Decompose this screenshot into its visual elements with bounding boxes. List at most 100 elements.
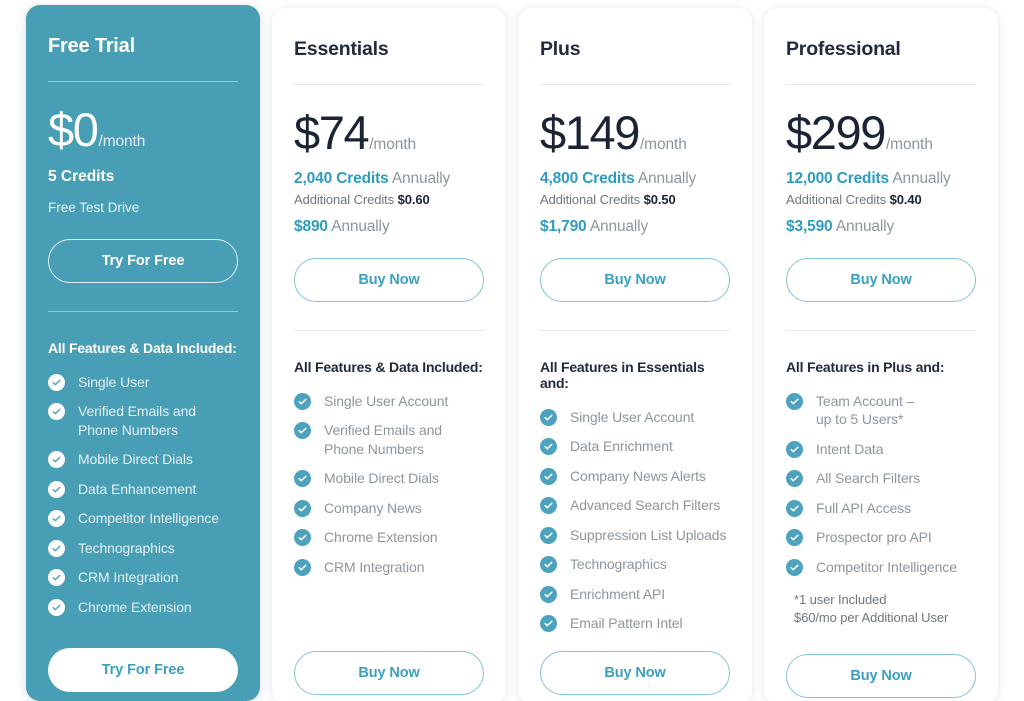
features-heading: All Features & Data Included:: [48, 340, 237, 356]
features-divider: [786, 330, 976, 331]
buy-now-button-bottom[interactable]: Buy Now: [786, 654, 976, 698]
price-row: $74 /month: [294, 109, 484, 156]
try-for-free-button-bottom[interactable]: Try For Free: [48, 648, 238, 692]
annual-price-value: $890: [294, 218, 328, 235]
check-circle-icon: [786, 470, 803, 488]
feature-label: Single User Account: [570, 409, 695, 425]
feature-item: Advanced Search Filters: [540, 496, 730, 515]
plan-name: Essentials: [294, 38, 389, 60]
check-circle-icon: [540, 497, 557, 515]
feature-item: Technographics: [540, 555, 730, 574]
check-circle-icon: [294, 529, 311, 547]
buy-now-button-bottom[interactable]: Buy Now: [540, 651, 730, 695]
plan-credits-line: 12,000 Credits Annually: [786, 170, 976, 188]
plan-credits-line: 2,040 Credits Annually: [294, 170, 484, 188]
plan-name: Free Trial: [48, 35, 135, 57]
feature-list: Single User Account Verified Emails and P…: [294, 392, 484, 587]
feature-label: All Search Filters: [816, 470, 921, 487]
pricing-card-essentials: Essentials $74 /month 2,040 Credits Annu…: [272, 8, 506, 701]
check-circle-icon: [540, 615, 557, 633]
buy-now-button-bottom[interactable]: Buy Now: [294, 651, 484, 695]
feature-item: Data Enhancement: [48, 480, 238, 498]
plan-name: Professional: [786, 38, 901, 60]
annual-price-value: $1,790: [540, 218, 587, 235]
pricing-card-free-trial: Free Trial $0 /month 5 Credits Free Test…: [26, 5, 260, 701]
feature-label: Suppression List Uploads: [570, 526, 727, 543]
plan-credits-amount: 12,000 Credits: [786, 170, 890, 187]
check-circle-icon: [540, 556, 557, 574]
annual-price-suffix: Annually: [586, 218, 649, 235]
feature-item: Intent Data: [786, 440, 976, 458]
plan-footnote: *1 user Included $60/mo per Additional Us…: [794, 592, 949, 626]
plan-price-period: /month: [639, 136, 687, 153]
check-circle-icon: [294, 499, 311, 517]
plan-name: Plus: [540, 38, 581, 60]
check-circle-icon: [48, 569, 65, 587]
feature-item: Suppression List Uploads: [540, 526, 730, 544]
check-circle-icon: [786, 499, 803, 517]
feature-label: Full API Access: [816, 499, 911, 516]
plan-price-period: /month: [98, 133, 146, 150]
plan-credits-amount: 2,040 Credits: [294, 170, 389, 187]
feature-label: Single User: [78, 374, 150, 390]
feature-item: Single User Account: [540, 408, 730, 426]
plan-subtitle: Free Test Drive: [48, 200, 140, 215]
feature-list: Team Account – up to 5 Users* Intent Data A…: [786, 392, 976, 587]
feature-item: CRM Integration: [294, 558, 484, 576]
feature-label: Single User Account: [324, 393, 449, 409]
feature-label: Verified Emails and Phone Numbers: [78, 403, 196, 438]
plan-price: $0: [48, 103, 99, 156]
feature-item: Prospector pro API: [786, 528, 976, 547]
feature-item: Mobile Direct Dials: [48, 450, 238, 469]
feature-item: Verified Emails and Phone Numbers: [294, 421, 484, 458]
plan-price: $74: [294, 106, 370, 159]
plan-credits-line: 4,800 Credits Annually: [540, 170, 730, 188]
feature-label: CRM Integration: [324, 558, 425, 575]
feature-item: Mobile Direct Dials: [294, 469, 484, 488]
bottom-cta-wrap: Buy Now: [294, 651, 484, 701]
feature-label: Competitor Intelligence: [816, 558, 957, 575]
check-circle-icon: [540, 467, 557, 485]
feature-item: Team Account – up to 5 Users*: [786, 392, 976, 429]
plan-price-period: /month: [885, 136, 933, 153]
plan-price: $299: [786, 106, 886, 159]
additional-credits-line: Additional Credits $0.50: [540, 192, 730, 207]
check-circle-icon: [786, 393, 803, 410]
title-divider: [786, 84, 976, 85]
check-circle-icon: [48, 451, 65, 469]
check-circle-icon: [294, 558, 311, 576]
feature-item: Competitor Intelligence: [786, 558, 976, 576]
feature-label: Advanced Search Filters: [570, 497, 721, 514]
feature-label: Chrome Extension: [324, 529, 438, 546]
plan-credits-suffix: Annually: [634, 170, 697, 187]
plan-credits-suffix: Annually: [388, 170, 451, 187]
feature-item: Technographics: [48, 539, 238, 557]
feature-label: Enrichment API: [570, 585, 666, 602]
additional-credits-label: Additional Credits: [294, 192, 398, 207]
additional-credits-label: Additional Credits: [540, 192, 644, 207]
features-heading: All Features & Data Included:: [294, 359, 483, 375]
check-circle-icon: [48, 539, 65, 557]
feature-item: Verified Emails and Phone Numbers: [48, 402, 238, 439]
feature-label: Mobile Direct Dials: [78, 451, 193, 468]
check-circle-icon: [294, 393, 311, 410]
check-circle-icon: [48, 374, 65, 391]
feature-item: Chrome Extension: [48, 598, 238, 616]
price-row: $299 /month: [786, 109, 976, 156]
pricing-card-professional: Professional $299 /month 12,000 Credits …: [764, 8, 998, 701]
additional-credits-value: $0.60: [397, 192, 430, 207]
feature-label: Mobile Direct Dials: [324, 470, 439, 487]
bottom-cta-wrap: Buy Now: [786, 654, 976, 701]
plan-credits-suffix: Annually: [889, 170, 951, 187]
feature-item: All Search Filters: [786, 469, 976, 488]
feature-label: Technographics: [570, 556, 667, 573]
buy-now-button-top[interactable]: Buy Now: [786, 258, 976, 302]
buy-now-button-top[interactable]: Buy Now: [540, 258, 730, 302]
try-for-free-button-top[interactable]: Try For Free: [48, 239, 238, 283]
feature-label: Chrome Extension: [78, 598, 192, 615]
buy-now-button-top[interactable]: Buy Now: [294, 258, 484, 302]
features-divider: [294, 330, 484, 331]
plan-price-period: /month: [369, 136, 417, 153]
title-divider: [540, 84, 730, 85]
feature-label: CRM Integration: [78, 569, 179, 586]
